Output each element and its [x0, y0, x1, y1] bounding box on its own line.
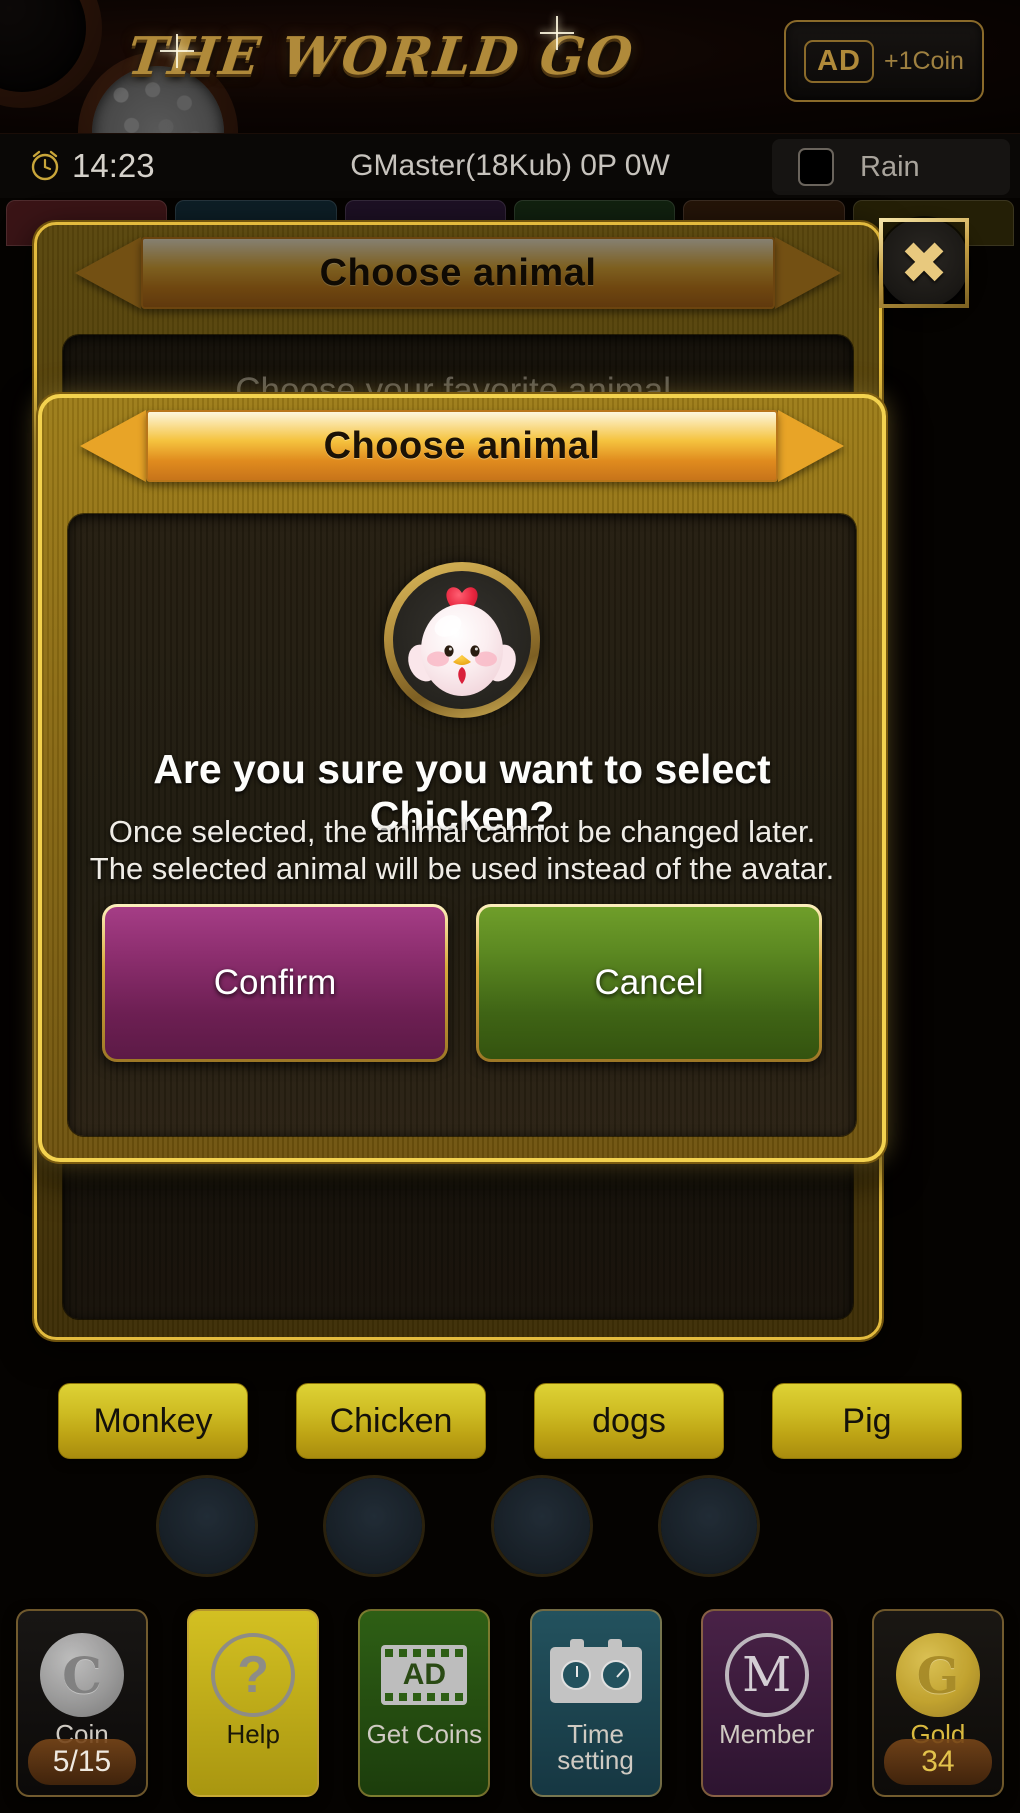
arrow-left-icon[interactable] — [80, 410, 146, 482]
animal-tag-monkey[interactable]: Monkey — [58, 1383, 248, 1459]
animal-avatar-slot[interactable] — [493, 1478, 590, 1574]
coin-button[interactable]: C Coin 5/15 — [16, 1609, 148, 1797]
avatar-inner-circle — [393, 571, 531, 709]
confirm-animal-dialog: Choose animal Are you sure you want to s… — [38, 394, 886, 1162]
help-label: Help — [226, 1719, 280, 1749]
confirm-dialog-title-banner: Choose animal — [146, 410, 778, 482]
question-icon: ? — [211, 1631, 296, 1719]
confirm-note-line-2: The selected animal will be used instead… — [89, 850, 835, 886]
gold-count: 34 — [883, 1739, 992, 1785]
arrow-right-icon[interactable] — [778, 410, 844, 482]
close-icon: ✖ — [899, 229, 949, 297]
member-button[interactable]: M Member — [700, 1609, 833, 1797]
animal-avatar-slot[interactable] — [661, 1478, 758, 1574]
chicken-avatar-icon — [384, 562, 540, 718]
app-header: THE WORLD GO AD +1Coin — [0, 0, 1020, 133]
animal-tag-label: Monkey — [93, 1401, 213, 1440]
rain-checkbox[interactable] — [798, 148, 834, 186]
ad-badge-label: AD — [804, 39, 874, 83]
confirm-button-label: Confirm — [213, 963, 337, 1002]
game-screen: THE WORLD GO AD +1Coin 14:23 GMaster(18K… — [0, 0, 1020, 1813]
member-label: Member — [719, 1719, 815, 1749]
dialog-title: Choose animal — [319, 251, 597, 294]
gold-coin-icon: G — [895, 1631, 980, 1719]
ad-video-icon: AD — [381, 1631, 468, 1719]
arrow-right-icon[interactable] — [775, 237, 841, 309]
coin-icon: C — [40, 1631, 124, 1719]
ad-reward-button[interactable]: AD +1Coin — [784, 20, 984, 102]
animal-tag-pig[interactable]: Pig — [772, 1383, 962, 1459]
animal-avatar-slot[interactable] — [326, 1478, 423, 1574]
animal-tag-label: Chicken — [329, 1401, 453, 1440]
animal-tag-dogs[interactable]: dogs — [534, 1383, 724, 1459]
confirm-note: Once selected, the animal cannot be chan… — [68, 814, 856, 887]
cancel-button-label: Cancel — [594, 963, 704, 1002]
confirm-button-row: Confirm Cancel — [102, 904, 822, 1062]
game-clock-icon — [549, 1631, 642, 1719]
time-setting-label: Time setting — [557, 1719, 634, 1775]
animal-avatar-row — [123, 1478, 793, 1574]
help-button[interactable]: ? Help — [187, 1609, 320, 1797]
cancel-button[interactable]: Cancel — [476, 904, 822, 1062]
ad-reward-label: +1Coin — [883, 46, 964, 75]
animal-tag-label: dogs — [592, 1401, 666, 1440]
rain-toggle[interactable]: Rain — [772, 139, 1010, 195]
confirm-note-line-1: Once selected, the animal cannot be chan… — [108, 814, 816, 849]
gold-button[interactable]: G Gold 34 — [871, 1609, 1004, 1797]
member-icon: M — [724, 1631, 809, 1719]
coin-count: 5/15 — [28, 1739, 136, 1785]
animal-tag-chicken[interactable]: Chicken — [296, 1383, 486, 1459]
dialog-title-banner: Choose animal — [141, 237, 775, 309]
confirm-dialog-panel: Are you sure you want to select Chicken?… — [68, 514, 856, 1136]
arrow-left-icon[interactable] — [75, 237, 141, 309]
app-logo: THE WORLD GO — [124, 26, 638, 87]
time-setting-button[interactable]: Time setting — [529, 1609, 662, 1797]
confirm-button[interactable]: Confirm — [102, 904, 448, 1062]
get-coins-label: Get Coins — [366, 1719, 483, 1749]
status-bar: 14:23 GMaster(18Kub) 0P 0W Rain — [0, 133, 1020, 198]
animal-tag-row: Monkey Chicken dogs Pig — [58, 1382, 962, 1460]
animal-avatar-slot[interactable] — [158, 1478, 255, 1574]
rain-label: Rain — [860, 150, 920, 183]
confirm-dialog-title: Choose animal — [323, 424, 601, 467]
close-dialog-button[interactable]: ✖ — [879, 218, 969, 308]
animal-tag-label: Pig — [842, 1401, 892, 1440]
bottom-toolbar: C Coin 5/15 ? Help AD Get Coins Time set… — [0, 1609, 1020, 1799]
get-coins-button[interactable]: AD Get Coins — [358, 1609, 491, 1797]
